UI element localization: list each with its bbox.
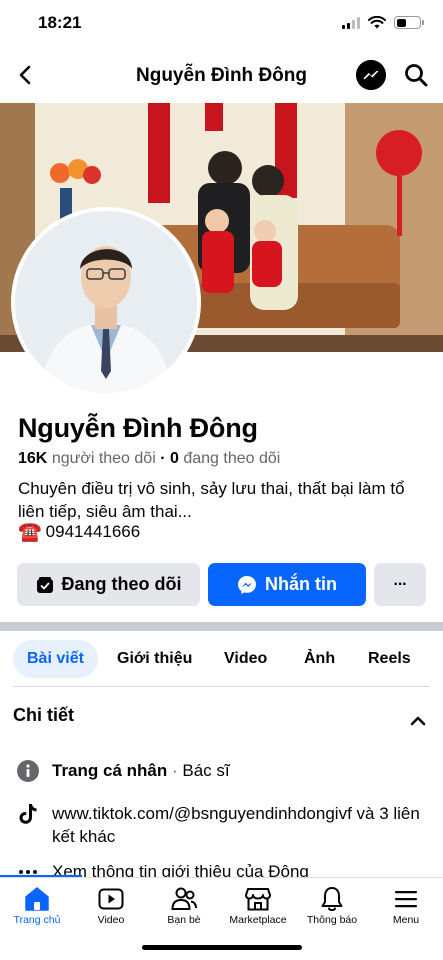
message-button[interactable]: Nhắn tin: [208, 563, 366, 606]
messenger-button-icon: [238, 575, 256, 594]
cellular-signal-icon: [342, 16, 360, 29]
category-value: Bác sĩ: [182, 761, 230, 780]
status-bar: 18:21: [0, 0, 443, 46]
details-title: Chi tiết: [13, 705, 74, 725]
bottom-nav-friends[interactable]: Bạn bè: [147, 878, 221, 936]
profile-avatar[interactable]: [11, 207, 201, 397]
profile-avatar-image: [15, 211, 197, 393]
profile-bio[interactable]: Chuyên điều trị vô sinh, sảy lưu thai, t…: [18, 477, 428, 523]
tab-posts[interactable]: Bài viết: [13, 640, 98, 678]
following-button[interactable]: Đang theo dõi: [17, 563, 200, 606]
info-icon: [17, 760, 39, 782]
bottom-nav-menu-label: Menu: [392, 914, 420, 926]
tab-about[interactable]: Giới thiệu: [117, 640, 192, 678]
menu-icon: [395, 891, 417, 908]
followers-label[interactable]: người theo dõi: [52, 450, 156, 467]
detail-category: Trang cá nhân · Bác sĩ: [16, 759, 422, 783]
nav-bar: Nguyễn Đình Đông: [0, 52, 443, 98]
profile-tabs: Bài viết Giới thiệu Video Ảnh Reels: [0, 640, 443, 680]
more-options-button[interactable]: ···: [374, 563, 426, 606]
category-label: Trang cá nhân: [52, 761, 168, 780]
following-label[interactable]: đang theo dõi: [183, 450, 280, 467]
profile-stats: 16K người theo dõi · 0 đang theo dõi: [18, 450, 280, 468]
bottom-nav-video[interactable]: Video: [74, 878, 148, 936]
messenger-icon[interactable]: [356, 60, 386, 90]
home-icon: [25, 887, 49, 911]
stats-separator: ·: [160, 450, 166, 467]
bottom-nav-marketplace[interactable]: Marketplace: [221, 878, 295, 936]
chevron-up-icon[interactable]: [409, 713, 427, 727]
tab-photos[interactable]: Ảnh: [304, 640, 335, 678]
phone-number[interactable]: 0941441666: [46, 522, 141, 542]
friends-icon: [171, 887, 197, 910]
status-icons: [342, 16, 424, 29]
following-count[interactable]: 0: [170, 450, 179, 467]
following-button-label: Đang theo dõi: [61, 574, 182, 594]
wifi-icon: [368, 16, 386, 29]
followers-count[interactable]: 16K: [18, 450, 47, 467]
detail-links[interactable]: www.tiktok.com/@bsnguyendinhdongivf và 3…: [16, 802, 422, 848]
tabs-underline: [13, 686, 430, 687]
tiktok-icon: [19, 804, 37, 824]
bottom-nav-notifications[interactable]: Thông báo: [295, 878, 369, 936]
profile-name: Nguyễn Đình Đông: [18, 413, 258, 443]
bell-icon: [321, 887, 343, 911]
search-icon[interactable]: [402, 61, 430, 89]
more-options-icon: ···: [393, 575, 408, 593]
marketplace-icon: [245, 888, 271, 911]
category-separator: ·: [167, 761, 183, 780]
battery-icon: [394, 16, 424, 29]
video-icon: [98, 888, 124, 910]
phone-icon: ☎️: [18, 522, 42, 543]
status-time: 18:21: [38, 13, 82, 32]
home-indicator: [142, 945, 302, 950]
tab-videos[interactable]: Video: [224, 640, 267, 678]
links-text[interactable]: www.tiktok.com/@bsnguyendinhdongivf và 3…: [52, 802, 422, 848]
tab-reels[interactable]: Reels: [368, 640, 411, 678]
message-button-label: Nhắn tin: [265, 574, 337, 594]
bottom-nav-home[interactable]: Trang chủ: [0, 878, 74, 936]
phone-line[interactable]: ☎️ 0941441666: [18, 520, 140, 544]
bottom-nav-menu[interactable]: Menu: [369, 878, 443, 936]
section-divider: [0, 622, 443, 631]
following-check-icon: [36, 576, 53, 593]
